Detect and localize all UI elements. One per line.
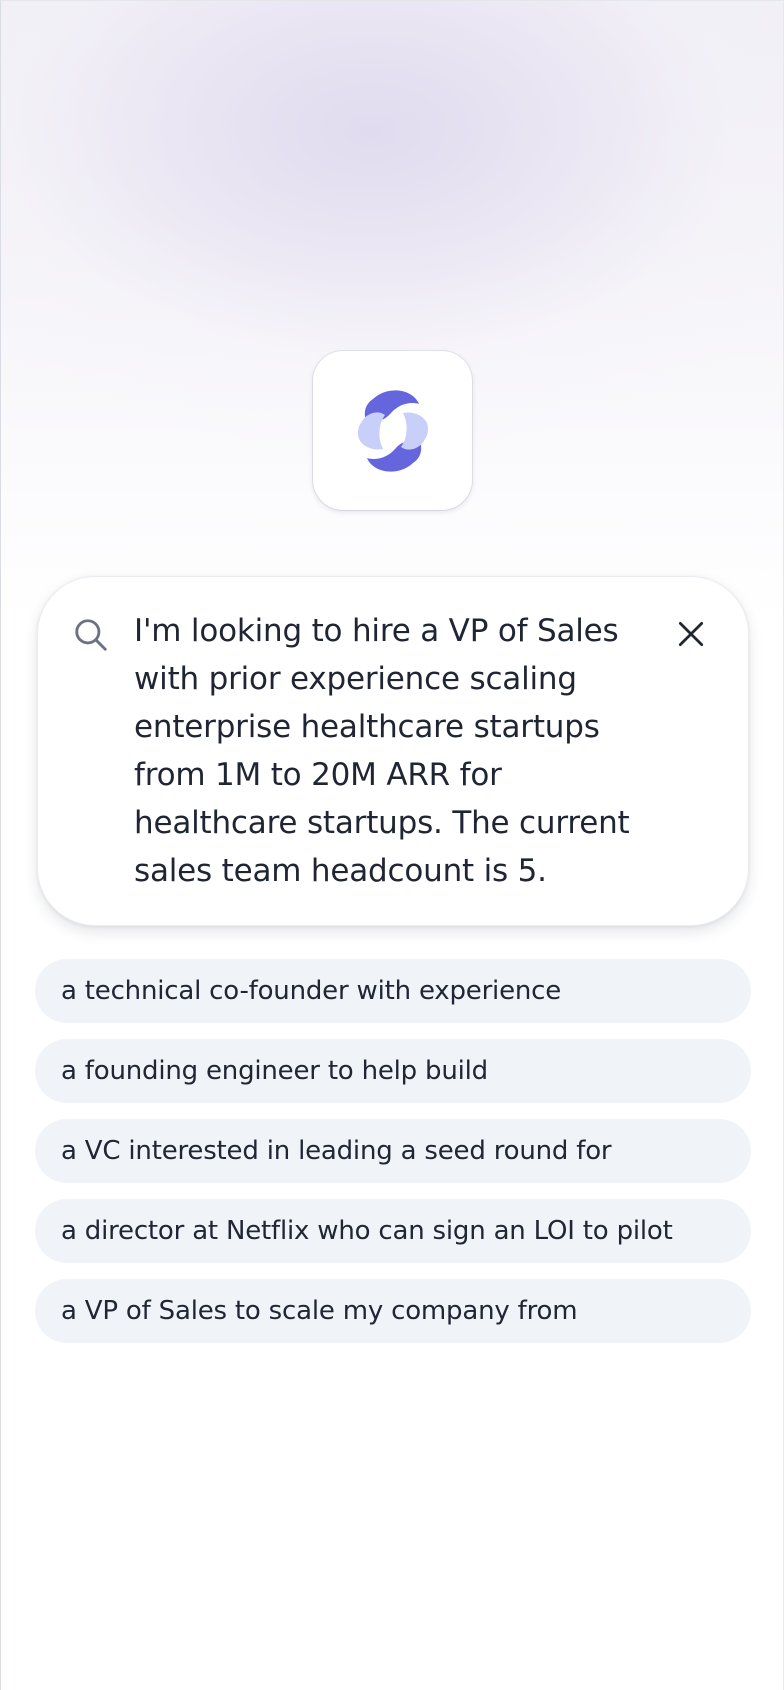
suggestion-chip[interactable]: a founding engineer to help build bbox=[35, 1039, 751, 1103]
app-logo-icon bbox=[357, 389, 428, 472]
suggestion-label: a VP of Sales to scale my company from bbox=[61, 1296, 578, 1326]
suggestion-chip[interactable]: a director at Netflix who can sign an LO… bbox=[35, 1199, 751, 1263]
suggestion-chip[interactable]: a technical co-founder with experience bbox=[35, 959, 751, 1023]
page: I'm looking to hire a VP of Sales with p… bbox=[0, 0, 784, 1690]
suggestion-label: a founding engineer to help build bbox=[61, 1056, 488, 1086]
suggestion-label: a VC interested in leading a seed round … bbox=[61, 1136, 612, 1166]
clear-search-button[interactable] bbox=[670, 613, 712, 655]
app-logo bbox=[313, 351, 472, 510]
search-query-text[interactable]: I'm looking to hire a VP of Sales with p… bbox=[134, 607, 654, 895]
close-icon[interactable] bbox=[675, 618, 707, 650]
search-card[interactable]: I'm looking to hire a VP of Sales with p… bbox=[37, 576, 749, 926]
search-icon bbox=[72, 616, 110, 654]
suggestion-list: a technical co-founder with experience a… bbox=[35, 959, 751, 1359]
suggestion-label: a director at Netflix who can sign an LO… bbox=[61, 1216, 673, 1246]
suggestion-chip[interactable]: a VP of Sales to scale my company from bbox=[35, 1279, 751, 1343]
suggestion-chip[interactable]: a VC interested in leading a seed round … bbox=[35, 1119, 751, 1183]
suggestion-label: a technical co-founder with experience bbox=[61, 976, 562, 1006]
